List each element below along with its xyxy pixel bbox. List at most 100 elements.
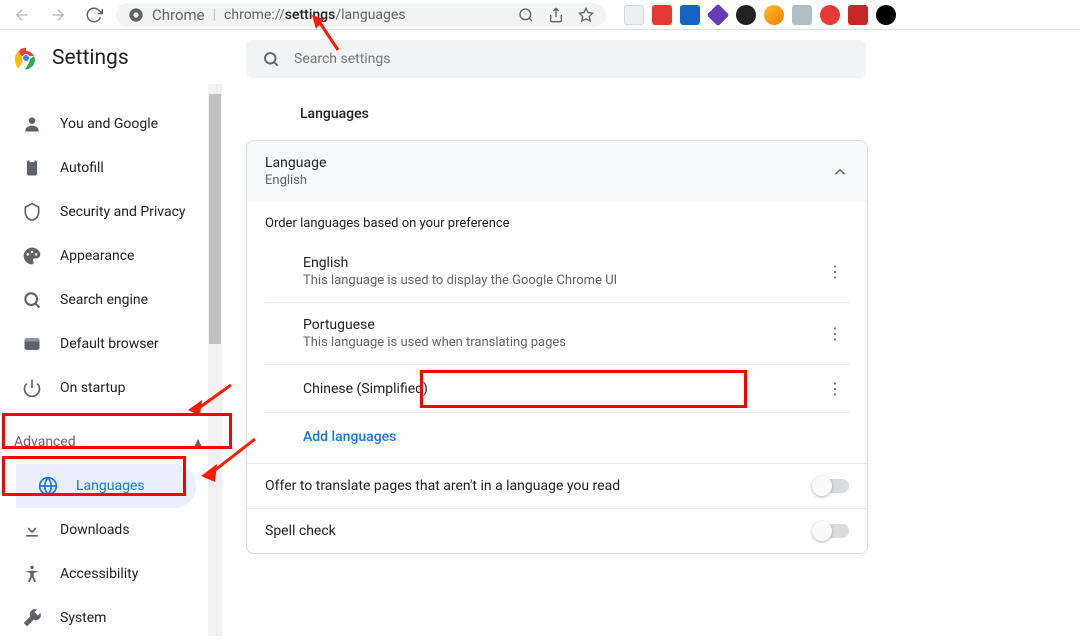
extension-icon[interactable]: [876, 5, 896, 25]
chevron-up-icon: ▲: [192, 435, 204, 449]
extension-icon[interactable]: [707, 3, 730, 26]
language-row-portuguese: Portuguese This language is used when tr…: [265, 303, 849, 365]
extension-icon[interactable]: [736, 5, 756, 25]
sidebar-item-security[interactable]: Security and Privacy: [0, 190, 222, 234]
extension-icon[interactable]: [820, 5, 840, 25]
spellcheck-toggle[interactable]: [815, 524, 849, 538]
scrollbar-thumb[interactable]: [209, 94, 221, 344]
extension-icon[interactable]: [680, 5, 700, 25]
language-name: Chinese (Simplified): [303, 381, 428, 397]
extension-icon[interactable]: [652, 5, 672, 25]
sidebar-advanced-toggle[interactable]: Advanced ▲: [0, 420, 222, 464]
back-button[interactable]: [8, 1, 36, 29]
content-area: Languages Language English Order languag…: [222, 30, 1080, 636]
arrow-left-icon: [13, 6, 31, 24]
sidebar-item-you-and-google[interactable]: You and Google: [0, 102, 222, 146]
language-subtext: This language is used to display the Goo…: [303, 273, 617, 288]
browser-toolbar: Chrome | chrome://settings/languages: [0, 0, 1080, 30]
accessibility-icon: [22, 564, 42, 584]
add-languages-button[interactable]: Add languages: [265, 413, 849, 463]
translate-option-row: Offer to translate pages that aren't in …: [247, 463, 867, 508]
nav-label: Autofill: [60, 160, 104, 176]
star-icon[interactable]: [578, 7, 594, 23]
order-hint: Order languages based on your preference: [265, 216, 849, 231]
settings-search[interactable]: [246, 40, 866, 78]
language-card-body: Order languages based on your preference…: [247, 202, 867, 463]
language-row-english: English This language is used to display…: [265, 241, 849, 303]
language-row-chinese: Chinese (Simplified) ⋮: [265, 365, 849, 413]
sidebar-item-appearance[interactable]: Appearance: [0, 234, 222, 278]
languages-card: Language English Order languages based o…: [246, 140, 868, 554]
chrome-icon: [128, 7, 144, 23]
palette-icon: [22, 246, 42, 266]
address-bar[interactable]: Chrome | chrome://settings/languages: [116, 3, 606, 27]
sidebar-item-autofill[interactable]: Autofill: [0, 146, 222, 190]
advanced-label: Advanced: [14, 434, 76, 450]
language-name: Portuguese: [303, 317, 566, 333]
language-name: English: [303, 255, 617, 271]
language-card-header[interactable]: Language English: [247, 141, 867, 202]
shield-icon: [22, 202, 42, 222]
search-icon[interactable]: [518, 7, 534, 23]
section-title: Languages: [300, 106, 1056, 122]
language-subtext: This language is used when translating p…: [303, 335, 566, 350]
sidebar-item-default-browser[interactable]: Default browser: [0, 322, 222, 366]
nav-label: Search engine: [60, 292, 148, 308]
sidebar-item-system[interactable]: System: [0, 596, 222, 640]
download-icon: [22, 520, 42, 540]
globe-icon: [38, 476, 58, 496]
translate-option-label: Offer to translate pages that aren't in …: [265, 478, 620, 494]
spellcheck-option-label: Spell check: [265, 523, 336, 539]
sidebar-item-accessibility[interactable]: Accessibility: [0, 552, 222, 596]
sidebar-item-on-startup[interactable]: On startup: [0, 366, 222, 410]
search-icon: [22, 290, 42, 310]
person-icon: [22, 114, 42, 134]
nav-label: System: [60, 610, 106, 626]
sidebar-header: Settings: [0, 30, 222, 84]
extension-icon[interactable]: [848, 5, 868, 25]
current-language: English: [265, 173, 326, 188]
nav-label: Languages: [76, 478, 145, 494]
sidebar-item-languages[interactable]: Languages: [16, 464, 196, 508]
extension-icon[interactable]: [624, 5, 644, 25]
wrench-icon: [22, 608, 42, 628]
nav-label: Downloads: [60, 522, 130, 538]
nav-label: Accessibility: [60, 566, 138, 582]
chrome-logo-icon: [14, 46, 38, 70]
power-icon: [22, 378, 42, 398]
browser-icon: [22, 334, 42, 354]
nav-label: Default browser: [60, 336, 159, 352]
omnibox-right-icons: [518, 7, 594, 23]
more-menu-button[interactable]: ⋮: [821, 262, 849, 281]
extension-icon[interactable]: [792, 5, 812, 25]
settings-app: Settings You and Google Autofill Securit…: [0, 30, 1080, 636]
nav-label: Appearance: [60, 248, 134, 264]
more-menu-button[interactable]: ⋮: [821, 379, 849, 398]
extension-icons: [624, 5, 896, 25]
omnibox-url: chrome://settings/languages: [224, 7, 406, 23]
reload-button[interactable]: [80, 1, 108, 29]
language-label: Language: [265, 155, 326, 171]
omnibox-app-label: Chrome: [152, 6, 205, 24]
search-input[interactable]: [294, 51, 850, 67]
reload-icon: [85, 6, 103, 24]
nav-label: Security and Privacy: [60, 204, 186, 220]
translate-toggle[interactable]: [815, 479, 849, 493]
arrow-right-icon: [49, 6, 67, 24]
clipboard-icon: [22, 158, 42, 178]
search-icon: [262, 50, 280, 68]
nav-list: You and Google Autofill Security and Pri…: [0, 84, 222, 640]
more-menu-button[interactable]: ⋮: [821, 324, 849, 343]
extension-icon[interactable]: [764, 5, 784, 25]
share-icon[interactable]: [548, 7, 564, 23]
nav-label: On startup: [60, 380, 126, 396]
spellcheck-option-row: Spell check: [247, 508, 867, 553]
sidebar-item-downloads[interactable]: Downloads: [0, 508, 222, 552]
nav-label: You and Google: [60, 116, 158, 132]
sidebar-item-search-engine[interactable]: Search engine: [0, 278, 222, 322]
chevron-up-icon: [831, 163, 849, 181]
sidebar-scrollbar[interactable]: [208, 84, 222, 636]
omnibox-divider: |: [213, 7, 216, 23]
forward-button[interactable]: [44, 1, 72, 29]
app-title: Settings: [52, 46, 129, 70]
